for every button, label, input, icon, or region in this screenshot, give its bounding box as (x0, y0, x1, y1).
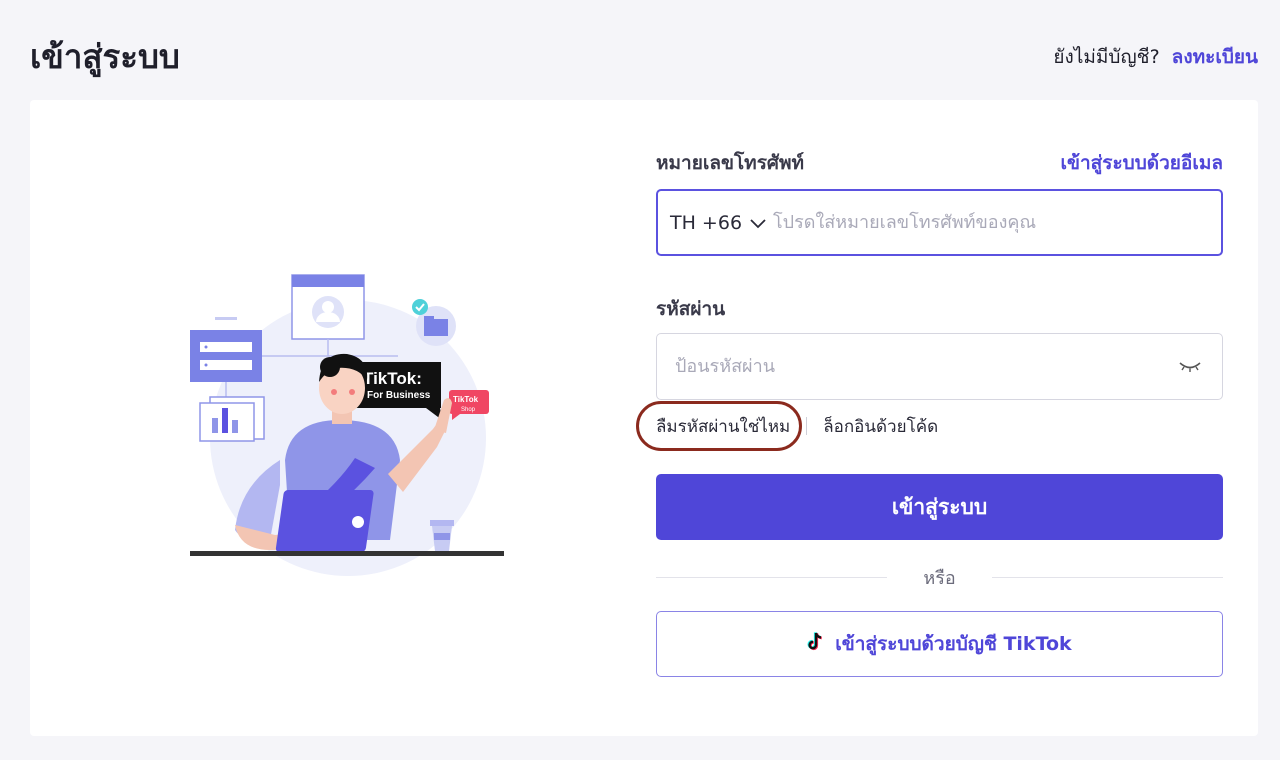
login-illustration: TikTok: For Business TikTok Shop (190, 270, 520, 590)
divider-line-right (991, 576, 1223, 578)
illustration-graphic: TikTok: For Business TikTok Shop (190, 274, 504, 576)
forgot-password-text: ลืมรหัสผ่านใช่ไหม (656, 416, 791, 437)
signup-prompt: ยังไม่มีบัญชี? (1053, 46, 1160, 68)
phone-input[interactable] (773, 191, 1221, 254)
or-text: หรือ (923, 567, 956, 589)
phone-label-row: หมายเลขโทรศัพท์ เข้าสู่ระบบด้วยอีเมล (656, 148, 1223, 178)
password-input[interactable] (675, 334, 1176, 399)
tiktok-login-label: เข้าสู่ระบบด้วยบัญชี TikTok (835, 633, 1072, 655)
or-divider: หรือ (656, 562, 1223, 592)
password-label: รหัสผ่าน (656, 298, 726, 320)
link-divider (806, 417, 808, 435)
login-card: TikTok: For Business TikTok Shop หมายเลข… (30, 100, 1258, 736)
tiktok-shop-badge-subtext: Shop (461, 407, 476, 413)
country-code-select[interactable]: TH +66 (658, 212, 773, 234)
tiktok-shop-badge-text: TikTok (453, 395, 479, 404)
phone-field: TH +66 (656, 189, 1223, 256)
page-title: เข้าสู่ระบบ (30, 37, 180, 76)
signup-row: ยังไม่มีบัญชี? ลงทะเบียน (1053, 42, 1258, 72)
eye-closed-icon[interactable] (1176, 357, 1204, 377)
divider-line-left (656, 576, 888, 578)
tiktok-icon (807, 631, 825, 657)
password-links-row: ลืมรหัสผ่านใช่ไหม ล็อกอินด้วยโค้ด (636, 400, 938, 451)
password-field (656, 333, 1223, 400)
email-login-link[interactable]: เข้าสู่ระบบด้วยอีเมล (1061, 148, 1224, 178)
tiktok-business-logo-subtext: For Business (367, 390, 431, 401)
phone-label: หมายเลขโทรศัพท์ (656, 152, 805, 174)
signup-link[interactable]: ลงทะเบียน (1172, 42, 1258, 72)
page-header: เข้าสู่ระบบ ยังไม่มีบัญชี? ลงทะเบียน (0, 0, 1280, 100)
login-form: หมายเลขโทรศัพท์ เข้าสู่ระบบด้วยอีเมล TH … (636, 100, 1223, 736)
forgot-password-link[interactable]: ลืมรหัสผ่านใช่ไหม (636, 400, 802, 451)
login-button[interactable]: เข้าสู่ระบบ (656, 474, 1223, 540)
chevron-down-icon (750, 212, 766, 234)
code-login-link[interactable]: ล็อกอินด้วยโค้ด (823, 413, 938, 440)
tiktok-login-button[interactable]: เข้าสู่ระบบด้วยบัญชี TikTok (656, 611, 1223, 677)
tiktok-business-logo-text: TikTok: (363, 369, 422, 388)
country-code-value: TH +66 (670, 211, 743, 234)
